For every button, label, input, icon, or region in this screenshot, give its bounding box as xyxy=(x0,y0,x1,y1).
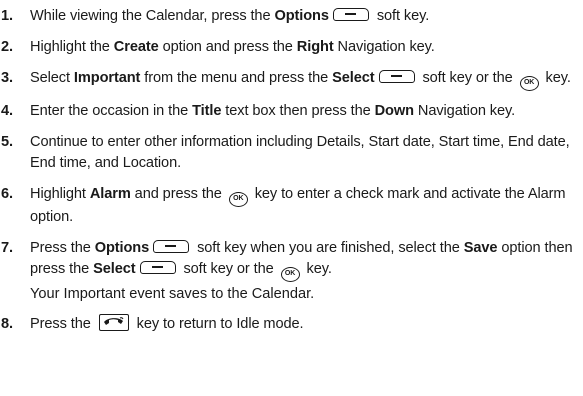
create-label: Create xyxy=(113,39,159,55)
step-3: 3. Select Important from the menu and pr… xyxy=(0,68,583,91)
step-4: 4. Enter the occasion in the Title text … xyxy=(0,101,583,122)
soft-key-icon xyxy=(139,261,176,274)
step-number: 7. xyxy=(1,240,13,256)
ok-key-icon: OK xyxy=(228,192,248,207)
options-label: Options xyxy=(94,240,150,256)
right-label: Right xyxy=(296,39,334,55)
step-6: 6. Highlight Alarm and press the OK key … xyxy=(1,186,566,225)
page: { "steps": [ { "number": "1.", "parts": … xyxy=(0,0,583,396)
step-number: 6. xyxy=(1,186,13,202)
select-label: Select xyxy=(332,70,375,86)
important-label: Important xyxy=(73,70,141,86)
instruction-steps: 1. While viewing the Calendar, press the… xyxy=(0,6,583,345)
step-7: 7. Press the Options soft key when you a… xyxy=(0,238,583,282)
step-8: 8. Press the key to return to Idle mode. xyxy=(0,314,583,335)
step-number: 1. xyxy=(1,8,13,24)
step-number: 5. xyxy=(1,134,13,150)
soft-key-icon xyxy=(332,8,369,21)
step-1: 1. While viewing the Calendar, press the… xyxy=(0,6,583,27)
step-number: 2. xyxy=(1,39,13,55)
ok-key-icon: OK xyxy=(280,267,300,282)
step-7-note: Your Important event saves to the Calend… xyxy=(30,286,315,302)
step-number: 4. xyxy=(1,103,13,119)
options-label: Options xyxy=(274,8,329,24)
save-label: Save xyxy=(463,240,498,256)
step-number: 3. xyxy=(1,70,13,86)
soft-key-icon xyxy=(153,240,190,253)
step-number: 8. xyxy=(1,316,13,332)
step-5: 5. Continue to enter other information i… xyxy=(1,134,570,171)
soft-key-icon xyxy=(378,70,415,83)
end-key-icon xyxy=(98,314,129,331)
ok-key-icon: OK xyxy=(519,76,539,91)
select-label: Select xyxy=(93,261,136,277)
title-label: Title xyxy=(192,103,222,119)
alarm-label: Alarm xyxy=(89,186,131,202)
step-2: 2. Highlight the Create option and press… xyxy=(0,37,583,58)
down-label: Down xyxy=(374,103,414,119)
